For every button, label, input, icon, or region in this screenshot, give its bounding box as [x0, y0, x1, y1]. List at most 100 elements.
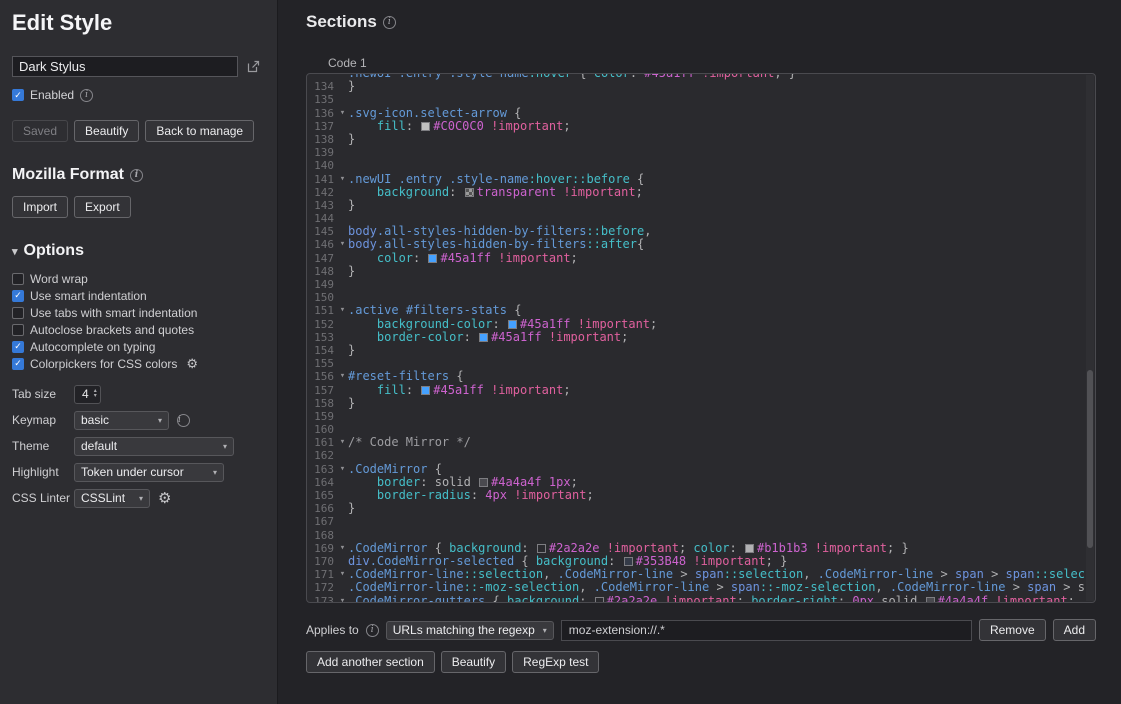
code-line[interactable]: 142 background: transparent !important;: [307, 186, 1095, 199]
color-swatch[interactable]: [926, 597, 935, 604]
theme-select[interactable]: default▾: [74, 437, 234, 456]
code-line[interactable]: 150: [307, 291, 1095, 304]
color-swatch[interactable]: [624, 557, 633, 566]
code-line[interactable]: 153 border-color: #45a1ff !important;: [307, 331, 1095, 344]
code-line[interactable]: 166}: [307, 502, 1095, 515]
back-to-manage-button[interactable]: Back to manage: [145, 120, 254, 142]
color-swatch[interactable]: [421, 386, 430, 395]
use-smart-indentation-checkbox[interactable]: ✓: [12, 290, 24, 302]
highlight-select[interactable]: Token under cursor▾: [74, 463, 224, 482]
code-line[interactable]: 154}: [307, 344, 1095, 357]
code-line[interactable]: 135: [307, 93, 1095, 106]
code-line[interactable]: 145body.all-styles-hidden-by-filters::be…: [307, 225, 1095, 238]
fold-arrow-icon[interactable]: ▾: [337, 370, 348, 383]
color-swatch[interactable]: [745, 544, 754, 553]
fold-arrow-icon[interactable]: ▾: [337, 463, 348, 476]
code-line[interactable]: 161▾/* Code Mirror */: [307, 436, 1095, 449]
fold-arrow-icon[interactable]: ▾: [337, 173, 348, 186]
applies-to-value-input[interactable]: [561, 620, 972, 641]
remove-applies-button[interactable]: Remove: [979, 619, 1046, 641]
code-line[interactable]: 167: [307, 515, 1095, 528]
code-line[interactable]: 165 border-radius: 4px !important;: [307, 489, 1095, 502]
scrollbar-thumb[interactable]: [1087, 370, 1093, 549]
fold-arrow-icon[interactable]: ▾: [337, 304, 348, 317]
code-line[interactable]: 163▾.CodeMirror {: [307, 463, 1095, 476]
css-linter-select[interactable]: CSSLint▾: [74, 489, 150, 508]
code-line[interactable]: 164 border: solid #4a4a4f 1px;: [307, 476, 1095, 489]
fold-arrow-icon[interactable]: ▾: [337, 107, 348, 120]
option-autoclose-brackets-and-quotes[interactable]: Autoclose brackets and quotes: [12, 321, 265, 338]
colorpickers-for-css-colors-checkbox[interactable]: ✓: [12, 358, 24, 370]
option-colorpickers-for-css-colors[interactable]: ✓Colorpickers for CSS colors⚙: [12, 355, 265, 372]
code-line[interactable]: 168: [307, 529, 1095, 542]
color-swatch[interactable]: [537, 544, 546, 553]
transparent-color-swatch[interactable]: [465, 188, 474, 197]
code-line[interactable]: 162: [307, 449, 1095, 462]
code-line[interactable]: 141▾.newUI .entry .style-name:hover::bef…: [307, 173, 1095, 186]
code-line[interactable]: 159: [307, 410, 1095, 423]
use-tabs-with-smart-indentation-checkbox[interactable]: [12, 307, 24, 319]
code-line[interactable]: 157 fill: #45a1ff !important;: [307, 384, 1095, 397]
code-line[interactable]: 149: [307, 278, 1095, 291]
code-line[interactable]: 148}: [307, 265, 1095, 278]
code-line[interactable]: 171▾.CodeMirror-line::selection, .CodeMi…: [307, 568, 1095, 581]
option-use-tabs-with-smart-indentation[interactable]: Use tabs with smart indentation: [12, 304, 265, 321]
saved-button[interactable]: Saved: [12, 120, 68, 142]
code-editor[interactable]: .newUI .entry .style-name:hover { color:…: [306, 73, 1096, 603]
autocomplete-on-typing-checkbox[interactable]: ✓: [12, 341, 24, 353]
code-line[interactable]: 144: [307, 212, 1095, 225]
editor-scrollbar[interactable]: [1086, 75, 1094, 601]
autoclose-brackets-and-quotes-checkbox[interactable]: [12, 324, 24, 336]
code-line[interactable]: 152 background-color: #45a1ff !important…: [307, 318, 1095, 331]
option-autocomplete-on-typing[interactable]: ✓Autocomplete on typing: [12, 338, 265, 355]
enabled-checkbox[interactable]: ✓: [12, 89, 24, 101]
beautify-button[interactable]: Beautify: [441, 651, 506, 673]
gear-icon[interactable]: ⚙: [186, 356, 198, 372]
options-header[interactable]: ▾ Options: [12, 242, 265, 260]
applies-to-type-select[interactable]: URLs matching the regexp ▾: [386, 621, 554, 640]
code-line[interactable]: 146▾body.all-styles-hidden-by-filters::a…: [307, 238, 1095, 251]
code-line[interactable]: 156▾#reset-filters {: [307, 370, 1095, 383]
code-line[interactable]: 172.CodeMirror-line::-moz-selection, .Co…: [307, 581, 1095, 594]
keymap-select[interactable]: basic▾: [74, 411, 169, 430]
tab-size-input[interactable]: 4▴▾: [74, 385, 101, 404]
code-line[interactable]: 151▾.active #filters-stats {: [307, 304, 1095, 317]
style-name-input[interactable]: [12, 56, 238, 77]
code-line[interactable]: 169▾.CodeMirror { background: #2a2a2e !i…: [307, 542, 1095, 555]
code-line[interactable]: 138}: [307, 133, 1095, 146]
fold-arrow-icon[interactable]: ▾: [337, 542, 348, 555]
code-line[interactable]: 137 fill: #C0C0C0 !important;: [307, 120, 1095, 133]
fold-arrow-icon[interactable]: ▾: [337, 238, 348, 251]
code-line[interactable]: 139: [307, 146, 1095, 159]
code-line[interactable]: 140: [307, 159, 1095, 172]
fold-arrow-icon[interactable]: ▾: [337, 595, 348, 604]
color-swatch[interactable]: [428, 254, 437, 263]
enabled-row[interactable]: ✓ Enabled i: [12, 86, 265, 104]
code-line[interactable]: 147 color: #45a1ff !important;: [307, 252, 1095, 265]
code-line[interactable]: 155: [307, 357, 1095, 370]
add-applies-button[interactable]: Add: [1053, 619, 1096, 641]
code-line[interactable]: 170div.CodeMirror-selected { background:…: [307, 555, 1095, 568]
number-stepper[interactable]: ▴▾: [94, 389, 97, 399]
fold-arrow-icon[interactable]: ▾: [337, 568, 348, 581]
color-swatch[interactable]: [479, 333, 488, 342]
option-use-smart-indentation[interactable]: ✓Use smart indentation: [12, 287, 265, 304]
open-editor-window-icon[interactable]: [246, 59, 261, 74]
export-button[interactable]: Export: [74, 196, 131, 218]
code-line[interactable]: 143}: [307, 199, 1095, 212]
code-line[interactable]: 136▾.svg-icon.select-arrow {: [307, 107, 1095, 120]
import-button[interactable]: Import: [12, 196, 68, 218]
color-swatch[interactable]: [508, 320, 517, 329]
code-line[interactable]: 134}: [307, 80, 1095, 93]
word-wrap-checkbox[interactable]: [12, 273, 24, 285]
gear-icon[interactable]: ⚙: [158, 489, 171, 507]
beautify-button[interactable]: Beautify: [74, 120, 139, 142]
color-swatch[interactable]: [595, 597, 604, 604]
fold-arrow-icon[interactable]: ▾: [337, 436, 348, 449]
option-word-wrap[interactable]: Word wrap: [12, 270, 265, 287]
code-line[interactable]: 160: [307, 423, 1095, 436]
code-line[interactable]: 173▾.CodeMirror-gutters { background: #2…: [307, 595, 1095, 604]
color-swatch[interactable]: [479, 478, 488, 487]
color-swatch[interactable]: [421, 122, 430, 131]
code-line-partial[interactable]: .newUI .entry .style-name:hover { color:…: [307, 73, 1095, 80]
